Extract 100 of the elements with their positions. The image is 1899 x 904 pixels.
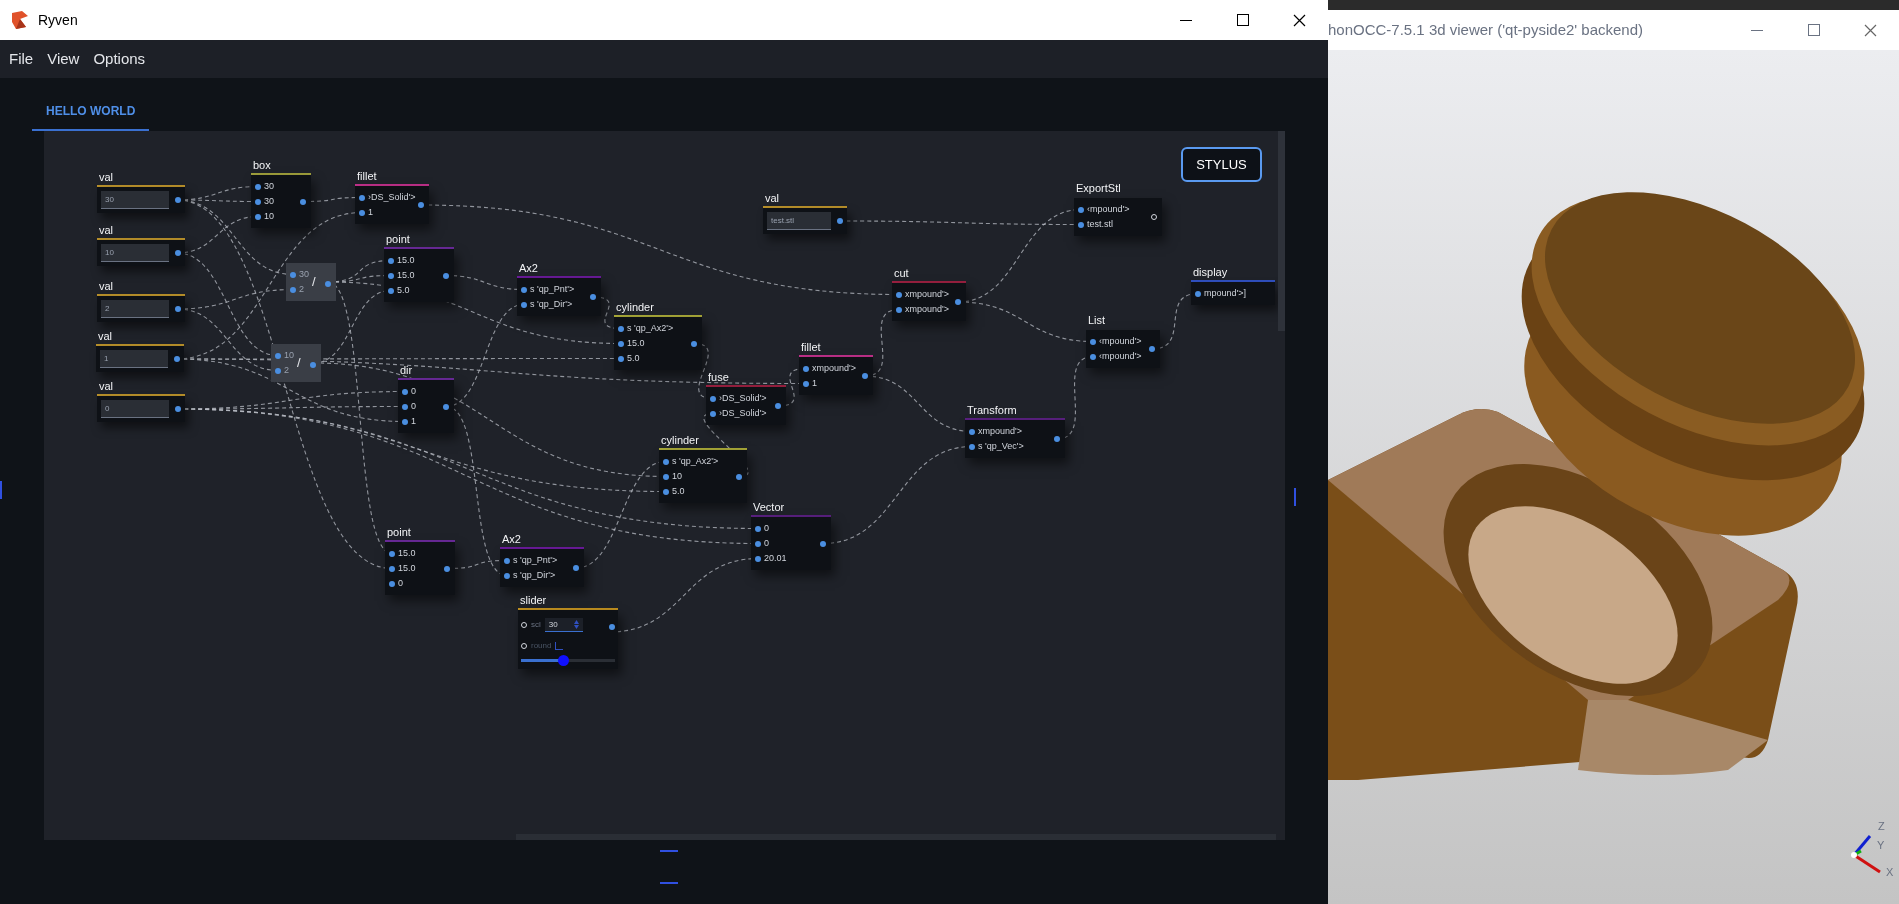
output-port[interactable] (691, 340, 697, 347)
input-port[interactable] (255, 183, 261, 190)
output-port[interactable] (175, 306, 181, 312)
port-label: 2 (284, 363, 289, 377)
input-port[interactable] (663, 488, 669, 495)
input-port[interactable] (896, 291, 902, 298)
input-port[interactable] (663, 458, 669, 465)
menu-item[interactable]: File (9, 47, 34, 71)
input-port[interactable] (402, 418, 408, 425)
edge-marker (1294, 488, 1296, 506)
input-port[interactable] (755, 540, 761, 547)
output-port[interactable] (775, 403, 781, 409)
edge-marker (660, 850, 678, 852)
input-port[interactable] (755, 555, 761, 562)
input-port[interactable] (755, 525, 761, 532)
input-port[interactable] (1090, 338, 1096, 345)
port-label: 0 (764, 521, 769, 535)
input-port[interactable] (896, 306, 902, 313)
input-port[interactable] (618, 325, 624, 332)
port-label: ›DS_Solid'> (368, 190, 416, 204)
value-field[interactable]: 0 (101, 400, 169, 418)
port-label: 0 (764, 536, 769, 550)
output-port[interactable] (443, 403, 449, 410)
input-port[interactable] (504, 572, 510, 579)
input-port[interactable] (359, 209, 365, 216)
input-port[interactable] (803, 365, 809, 372)
output-port[interactable] (175, 197, 181, 203)
input-port[interactable] (663, 473, 669, 480)
output-port[interactable] (573, 565, 579, 571)
input-port[interactable] (255, 213, 261, 220)
output-port[interactable] (300, 198, 306, 205)
input-port[interactable] (275, 352, 281, 359)
input-port[interactable] (803, 380, 809, 387)
port-label: ›DS_Solid'> (719, 406, 767, 420)
operator-symbol: / (312, 273, 316, 292)
input-port[interactable] (255, 198, 261, 205)
value-field[interactable]: test.stl (767, 212, 831, 230)
menu-item[interactable]: Options (93, 47, 146, 71)
output-port[interactable] (174, 356, 180, 362)
input-port[interactable] (359, 194, 365, 201)
output-port[interactable] (443, 272, 449, 279)
node-title: slider (519, 593, 548, 608)
input-port[interactable] (388, 257, 394, 264)
output-port[interactable] (444, 565, 450, 572)
input-port[interactable] (1090, 353, 1096, 360)
input-port[interactable] (389, 550, 395, 557)
output-port[interactable] (175, 250, 181, 256)
port-label: scl (531, 619, 541, 631)
output-port[interactable] (837, 218, 843, 224)
axis-label: Z (1878, 819, 1885, 834)
input-port[interactable] (389, 580, 395, 587)
input-port[interactable] (504, 557, 510, 564)
input-port[interactable] (402, 403, 408, 410)
value-field[interactable]: 1 (100, 350, 168, 368)
port-label: 1 (411, 414, 416, 428)
output-port[interactable] (955, 299, 961, 305)
output-port[interactable] (1149, 346, 1155, 352)
input-port[interactable] (521, 286, 527, 293)
port-label: ›DS_Solid'> (719, 391, 767, 405)
node-title: fillet (800, 340, 822, 355)
node-title: val (97, 329, 114, 344)
input-port[interactable] (710, 410, 716, 417)
input-port[interactable] (389, 565, 395, 572)
round-checkbox[interactable] (555, 642, 564, 650)
node-title: point (386, 525, 412, 540)
output-port[interactable] (590, 294, 596, 300)
input-port[interactable] (618, 340, 624, 347)
input-port[interactable] (1078, 206, 1084, 213)
menu-item[interactable]: View (47, 47, 80, 71)
output-port[interactable] (418, 202, 424, 208)
output-port[interactable] (609, 624, 615, 630)
input-port[interactable] (275, 367, 281, 374)
input-port[interactable] (969, 443, 975, 450)
value-field[interactable]: 2 (101, 300, 169, 318)
output-port[interactable] (862, 373, 868, 379)
stylus-button[interactable]: STYLUS (1181, 147, 1262, 182)
input-port[interactable] (521, 301, 527, 308)
input-port[interactable] (969, 428, 975, 435)
slider-thumb[interactable] (558, 655, 570, 666)
input-port[interactable] (402, 388, 408, 395)
value-field[interactable]: 30 (101, 191, 169, 209)
input-port[interactable] (618, 355, 624, 362)
input-port[interactable] (1195, 290, 1201, 297)
port-label: 5.0 (397, 283, 410, 297)
input-port[interactable] (388, 272, 394, 279)
node-title: List (1087, 313, 1107, 328)
input-port[interactable] (388, 287, 394, 294)
input-port[interactable] (710, 395, 716, 402)
input-port[interactable] (290, 271, 296, 278)
input-port[interactable] (290, 286, 296, 293)
port-label: xmpound'> (978, 424, 1022, 438)
value-field[interactable]: 10 (101, 244, 169, 262)
input-port[interactable] (1078, 221, 1084, 228)
output-port[interactable] (175, 406, 181, 412)
output-port[interactable] (820, 540, 826, 547)
output-port[interactable] (1054, 436, 1060, 442)
scrollbar-thumb[interactable] (1278, 131, 1285, 331)
output-port[interactable] (736, 473, 742, 480)
number-field[interactable]: 30 (544, 618, 583, 632)
scrollbar-thumb[interactable] (516, 834, 1276, 840)
